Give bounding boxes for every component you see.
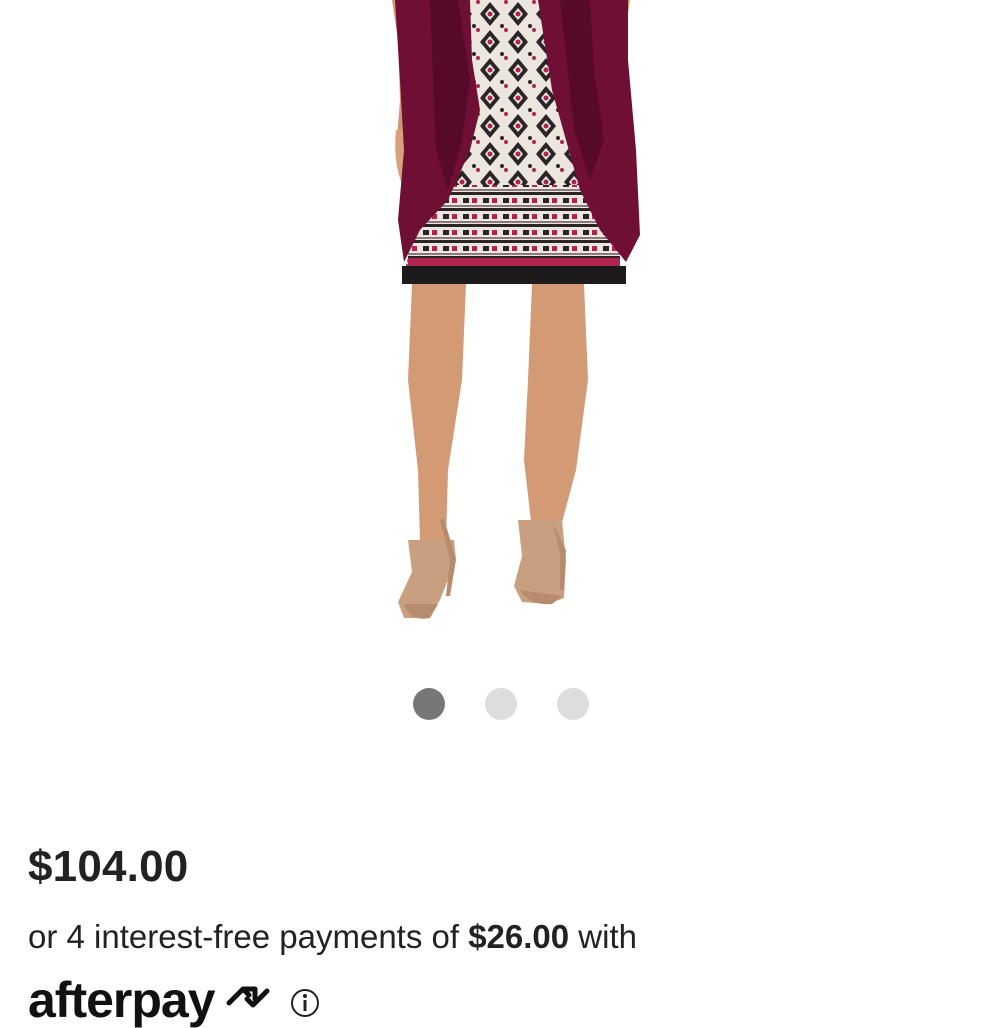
afterpay-badge[interactable]: afterpay bbox=[28, 975, 321, 1025]
product-photo bbox=[392, 0, 640, 619]
carousel-indicators bbox=[0, 688, 1000, 720]
installment-message: or 4 interest-free payments of $26.00 wi… bbox=[28, 916, 637, 958]
installment-suffix: with bbox=[569, 918, 637, 955]
product-price: $104.00 bbox=[28, 842, 189, 891]
carousel-dot-3[interactable] bbox=[557, 688, 589, 720]
carousel-dot-1[interactable] bbox=[413, 688, 445, 720]
info-icon[interactable] bbox=[289, 987, 321, 1024]
installment-amount: $26.00 bbox=[468, 918, 570, 955]
carousel-dot-2[interactable] bbox=[485, 688, 517, 720]
installment-prefix: or 4 interest-free payments of bbox=[28, 918, 469, 955]
afterpay-logo-text: afterpay bbox=[28, 972, 216, 1028]
product-image[interactable] bbox=[0, 0, 1000, 660]
afterpay-arrows-icon bbox=[225, 981, 271, 1016]
